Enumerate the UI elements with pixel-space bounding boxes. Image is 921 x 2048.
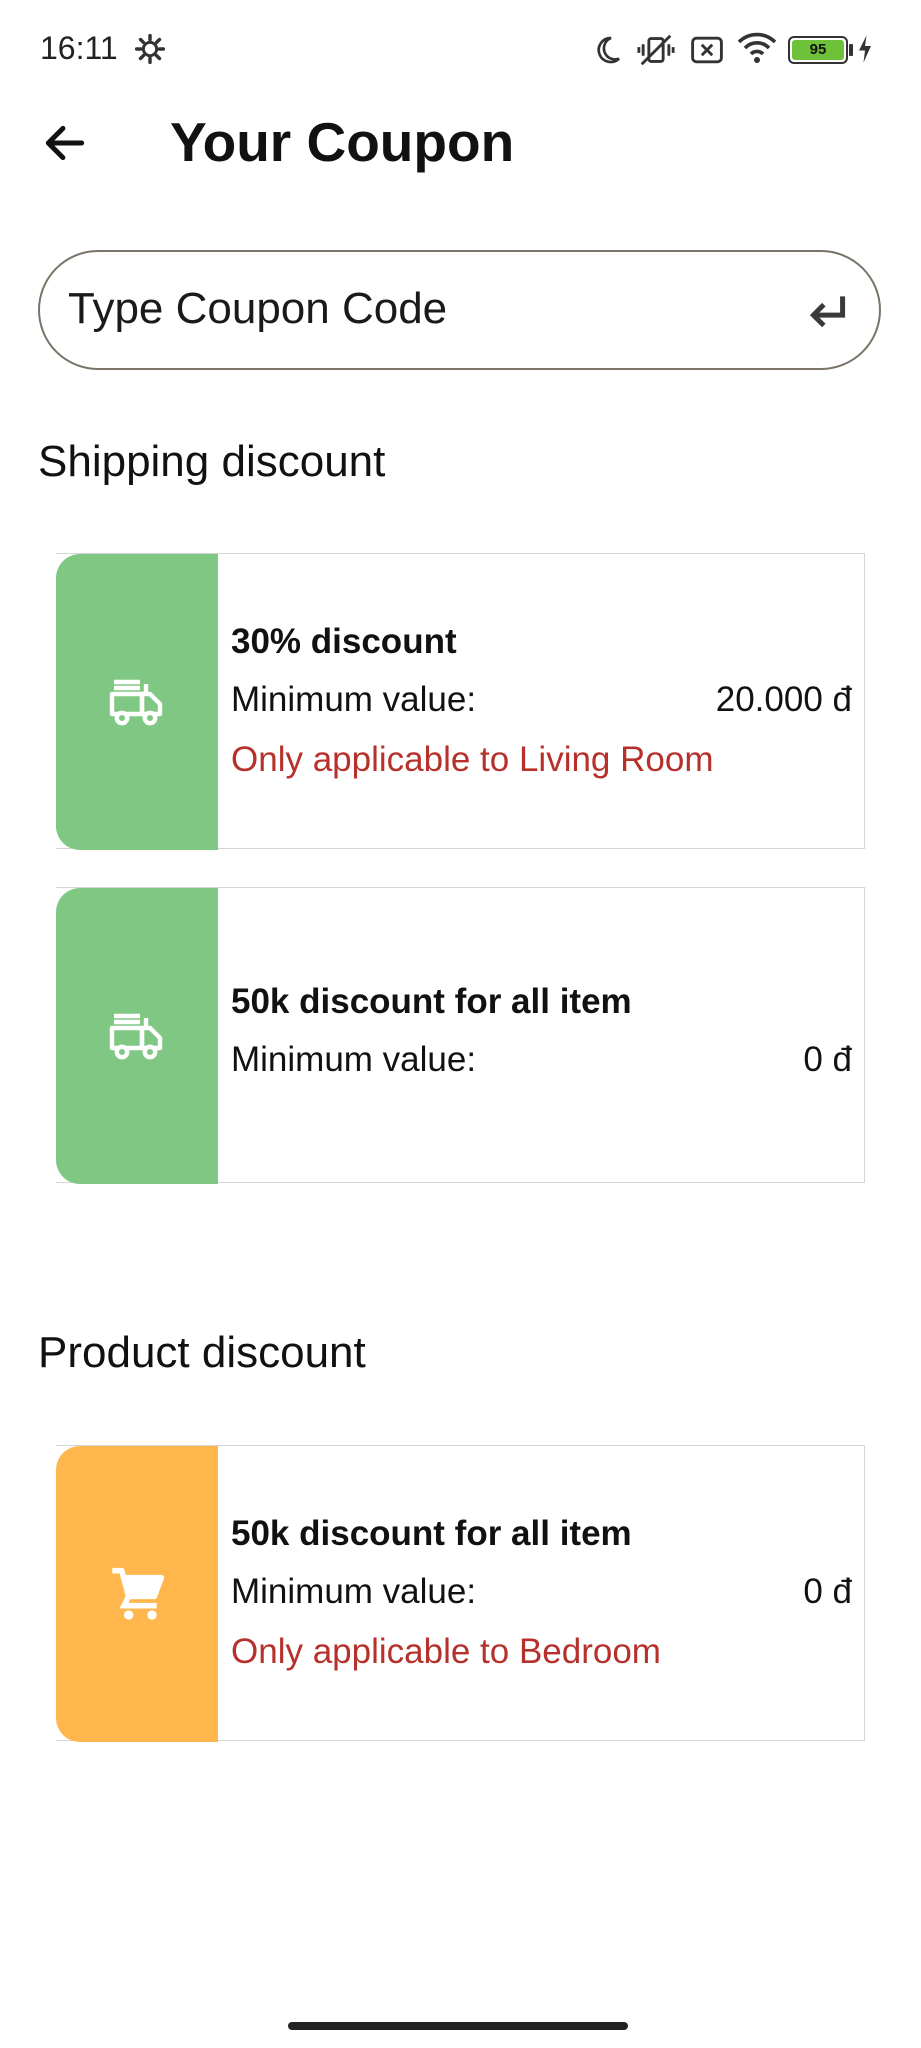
shipping-coupon-card[interactable]: 30% discount Minimum value: 20.000 đ Onl… — [56, 553, 865, 850]
battery-tip — [849, 44, 853, 56]
sim-off-icon — [691, 36, 723, 64]
fire-truck-icon — [109, 1013, 163, 1060]
shipping-coupon-card[interactable]: 50k discount for all item Minimum value:… — [56, 887, 865, 1184]
coupon-restriction-note: Only applicable to Living Room — [231, 740, 714, 779]
shipping-discount-heading: Shipping discount — [38, 437, 386, 486]
coupon-name: 50k discount for all item — [231, 982, 632, 1021]
charging-bolt-icon — [859, 35, 871, 63]
battery-level: 95 — [792, 40, 844, 60]
vibrate-off-icon — [637, 34, 675, 66]
minimum-value-label: Minimum value: — [231, 1040, 477, 1079]
home-indicator[interactable] — [288, 2022, 628, 2030]
coupon-code-input[interactable]: Type Coupon Code — [38, 250, 881, 370]
coupon-input-placeholder: Type Coupon Code — [68, 284, 448, 333]
coupon-name: 30% discount — [231, 622, 457, 661]
minimum-value-label: Minimum value: — [231, 1572, 477, 1611]
product-discount-heading: Product discount — [38, 1328, 366, 1377]
battery-icon: 95 — [788, 36, 848, 64]
minimum-value-amount: 20.000 đ — [715, 680, 852, 719]
settings-gear-icon — [134, 33, 166, 65]
minimum-value-label: Minimum value: — [231, 680, 477, 719]
page-title: Your Coupon — [170, 111, 515, 173]
coupon-card-stub — [56, 554, 218, 850]
minimum-value-amount: 0 đ — [803, 1572, 852, 1611]
product-coupon-card[interactable]: 50k discount for all item Minimum value:… — [56, 1445, 865, 1742]
minimum-value-amount: 0 đ — [803, 1040, 852, 1079]
coupon-card-stub — [56, 1446, 218, 1742]
back-arrow-icon[interactable] — [40, 118, 90, 168]
enter-return-icon[interactable] — [803, 288, 853, 338]
moon-icon — [597, 36, 620, 64]
fire-truck-icon — [109, 679, 163, 726]
status-time: 16:11 — [40, 30, 118, 66]
wifi-icon — [737, 32, 777, 63]
shopping-cart-icon — [112, 1567, 165, 1620]
coupon-restriction-note: Only applicable to Bedroom — [231, 1632, 661, 1671]
coupon-card-stub — [56, 888, 218, 1184]
coupon-name: 50k discount for all item — [231, 1514, 632, 1553]
